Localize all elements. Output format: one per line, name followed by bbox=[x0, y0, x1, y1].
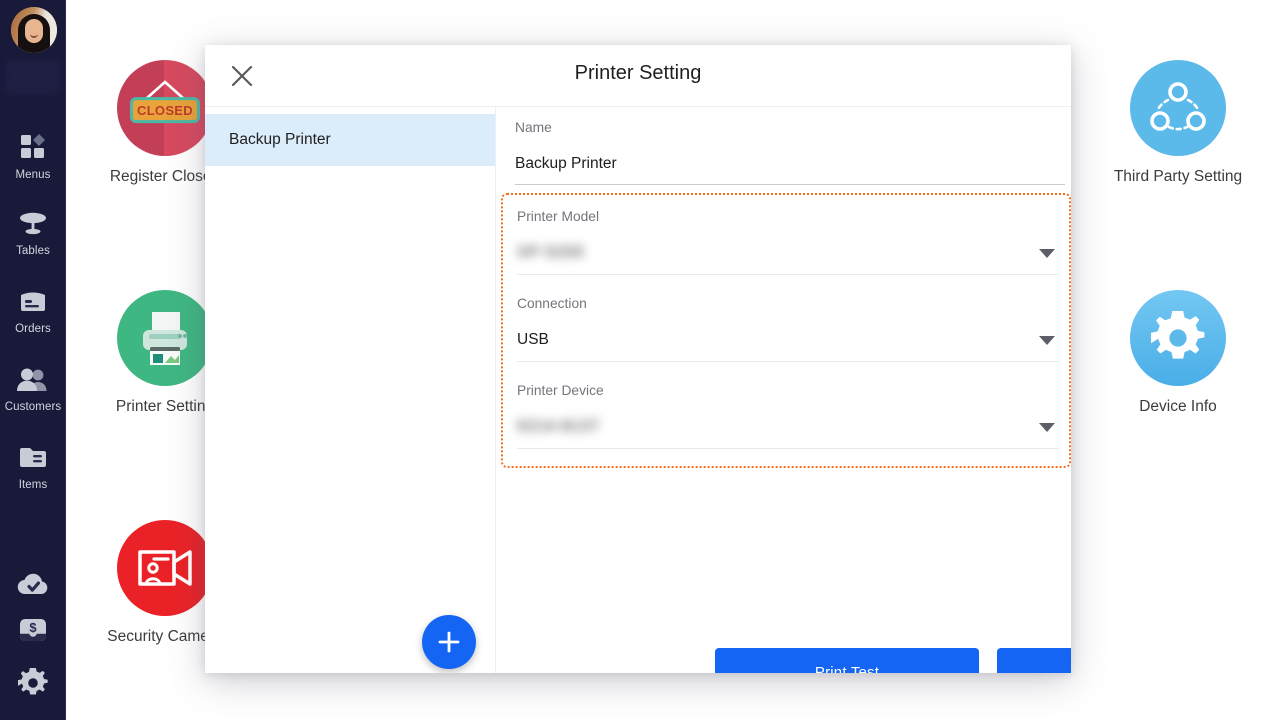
sidebar-item-settings[interactable] bbox=[0, 668, 66, 703]
field-underline bbox=[515, 184, 1065, 185]
print-test-button[interactable]: Print Test bbox=[715, 648, 979, 673]
table-icon bbox=[18, 211, 48, 237]
home-tile-device-info[interactable]: Device Info bbox=[1098, 290, 1258, 416]
home-tile-label: Third Party Setting bbox=[1098, 168, 1258, 186]
gear-icon bbox=[18, 668, 48, 698]
list-item[interactable]: Backup Printer bbox=[205, 114, 495, 166]
home-tile-third-party-setting[interactable]: Third Party Setting bbox=[1098, 60, 1258, 186]
share-glyph-icon bbox=[1147, 79, 1209, 137]
sidebar-item-cloud-sync[interactable] bbox=[0, 572, 66, 603]
field-connection: Connection USB bbox=[517, 296, 1059, 362]
camera-glyph-icon bbox=[134, 544, 196, 592]
printer-list-pane: Backup Printer bbox=[205, 107, 496, 673]
field-underline bbox=[517, 274, 1059, 275]
field-name-label: Name bbox=[515, 120, 1065, 135]
sidebar-item-label: Menus bbox=[15, 169, 50, 181]
closed-sign-label: CLOSED bbox=[130, 97, 200, 123]
field-name: Name Backup Printer bbox=[515, 120, 1065, 185]
add-printer-button[interactable] bbox=[422, 615, 476, 669]
printer-model-value: XP-5200 bbox=[517, 244, 584, 262]
confirm-button[interactable]: Confirm bbox=[997, 648, 1071, 673]
printer-setting-dialog: Printer Setting Backup Printer Name bbox=[205, 45, 1071, 673]
field-printer-device: Printer Device 0214-8137 bbox=[517, 383, 1059, 449]
sidebar-item-label: Items bbox=[19, 479, 48, 491]
chevron-down-icon bbox=[1039, 249, 1055, 258]
sidebar-item-label: Tables bbox=[16, 245, 50, 257]
register-closed-icon: CLOSED bbox=[117, 60, 213, 156]
field-underline bbox=[517, 361, 1059, 362]
cloud-check-icon bbox=[16, 572, 50, 598]
sidebar-item-menus[interactable]: Menus bbox=[0, 133, 66, 183]
home-tile-label: Device Info bbox=[1098, 398, 1258, 416]
dialog-title: Printer Setting bbox=[205, 62, 1071, 85]
people-icon bbox=[17, 367, 49, 393]
cash-drawer-icon: $ bbox=[17, 617, 49, 645]
avatar[interactable] bbox=[11, 7, 57, 53]
printer-icon bbox=[117, 290, 213, 386]
grid-icon bbox=[19, 133, 47, 161]
dialog-body: Backup Printer Name Backup Printer bbox=[205, 107, 1071, 673]
field-printer-device-label: Printer Device bbox=[517, 383, 1059, 398]
field-name-input[interactable]: Backup Printer bbox=[515, 155, 1065, 173]
sidebar-item-tables[interactable]: Tables bbox=[0, 211, 66, 259]
field-printer-model-label: Printer Model bbox=[517, 209, 1059, 224]
gear-glyph-icon bbox=[1151, 311, 1205, 365]
gear-icon bbox=[1130, 290, 1226, 386]
folder-items-icon bbox=[18, 445, 48, 471]
field-connection-label: Connection bbox=[517, 296, 1059, 311]
sidebar-item-cash-drawer[interactable]: $ bbox=[0, 617, 66, 650]
sidebar-item-customers[interactable]: Customers bbox=[0, 367, 66, 415]
dialog-header: Printer Setting bbox=[205, 45, 1071, 107]
printer-list-item-label: Backup Printer bbox=[229, 131, 331, 149]
printer-device-value: 0214-8137 bbox=[517, 418, 600, 436]
field-printer-model: Printer Model XP-5200 bbox=[517, 209, 1059, 275]
share-nodes-icon bbox=[1130, 60, 1226, 156]
sidebar-item-label: Customers bbox=[5, 401, 62, 413]
printer-form-pane: Name Backup Printer Printer Model XP-520… bbox=[497, 107, 1071, 673]
app-root: CLOSED Register Closed Printer Setting bbox=[0, 0, 1280, 720]
order-card-icon bbox=[18, 289, 48, 315]
sidebar: Menus Tables Orders bbox=[0, 0, 66, 720]
plus-icon bbox=[436, 629, 462, 655]
connection-value: USB bbox=[517, 331, 549, 349]
chevron-down-icon bbox=[1039, 336, 1055, 345]
chevron-down-icon bbox=[1039, 423, 1055, 432]
highlighted-fields-group: Printer Model XP-5200 Connection USB bbox=[501, 193, 1071, 468]
printer-device-select[interactable]: 0214-8137 bbox=[517, 418, 1059, 436]
printer-glyph-icon bbox=[133, 308, 197, 368]
sidebar-item-items[interactable]: Items bbox=[0, 445, 66, 493]
user-name-redacted bbox=[6, 60, 60, 94]
print-test-label: Print Test bbox=[815, 664, 879, 674]
sidebar-item-label: Orders bbox=[15, 323, 51, 335]
sidebar-item-orders[interactable]: Orders bbox=[0, 289, 66, 337]
connection-select[interactable]: USB bbox=[517, 331, 1059, 349]
avatar-face bbox=[25, 19, 43, 43]
field-underline bbox=[517, 448, 1059, 449]
security-camera-icon bbox=[117, 520, 213, 616]
printer-model-select[interactable]: XP-5200 bbox=[517, 244, 1059, 262]
svg-text:$: $ bbox=[29, 620, 37, 635]
